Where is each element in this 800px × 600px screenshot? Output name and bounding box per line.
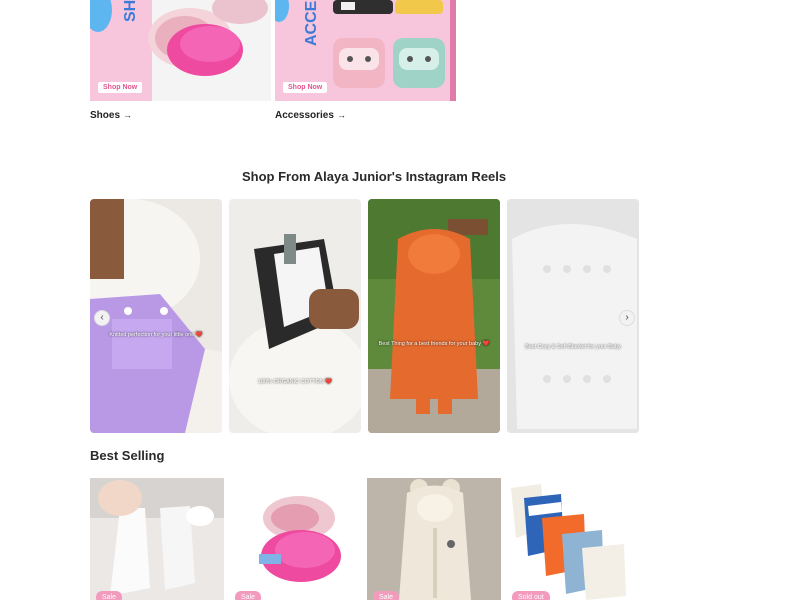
product-card[interactable]: Sold out	[506, 478, 640, 600]
category-link-label: Accessories	[275, 110, 334, 121]
carousel-prev-button[interactable]: ‹	[94, 310, 110, 326]
reel-caption: Best Thing for a best friends for your b…	[378, 341, 490, 347]
product-image	[367, 478, 501, 600]
product-card[interactable]: Sale	[229, 478, 363, 600]
product-card[interactable]: Sale	[90, 478, 224, 600]
product-image	[90, 478, 224, 600]
product-card[interactable]: Sale	[367, 478, 501, 600]
reel-caption: 100% ORGANIC COTTON ❤️	[257, 379, 333, 385]
best-selling-title: Best Selling	[90, 448, 165, 463]
shoes-shop-now-button[interactable]: Shop Now	[98, 82, 143, 93]
product-image	[229, 478, 363, 600]
chevron-left-icon: ‹	[100, 312, 104, 323]
category-link-label: Shoes	[90, 110, 121, 121]
product-badge: Sold out	[512, 591, 550, 600]
product-badge: Sale	[96, 591, 123, 600]
reel-caption: Knitted perfection for your little one ❤…	[109, 332, 203, 338]
reel-caption: Best Cozy & Soft Blanket for your Baby	[525, 344, 621, 350]
category-link-shoes[interactable]: Shoes →	[90, 110, 132, 121]
product-badge: Sale	[373, 591, 400, 600]
reel-card[interactable]: 100% ORGANIC COTTON ❤️	[229, 199, 361, 433]
shoes-banner-word: SH	[122, 0, 139, 22]
reels-section-title: Shop From Alaya Junior's Instagram Reels	[242, 169, 507, 184]
accessories-banner-word: ACCE	[303, 0, 320, 46]
accessories-shop-now-button[interactable]: Shop Now	[283, 82, 328, 93]
product-badge: Sale	[235, 591, 262, 600]
category-tile-accessories[interactable]: ACCE Shop Now	[275, 0, 456, 101]
arrow-right-icon: →	[336, 110, 346, 120]
category-tile-shoes[interactable]: SH Shop Now	[90, 0, 271, 101]
reel-thumbnail	[368, 199, 500, 433]
chevron-right-icon: ›	[625, 312, 629, 323]
arrow-right-icon: →	[123, 110, 133, 120]
reel-thumbnail	[229, 199, 361, 433]
category-link-accessories[interactable]: Accessories →	[275, 110, 346, 121]
reel-card[interactable]: Best Thing for a best friends for your b…	[368, 199, 500, 433]
carousel-next-button[interactable]: ›	[619, 310, 635, 326]
product-image	[506, 478, 640, 600]
